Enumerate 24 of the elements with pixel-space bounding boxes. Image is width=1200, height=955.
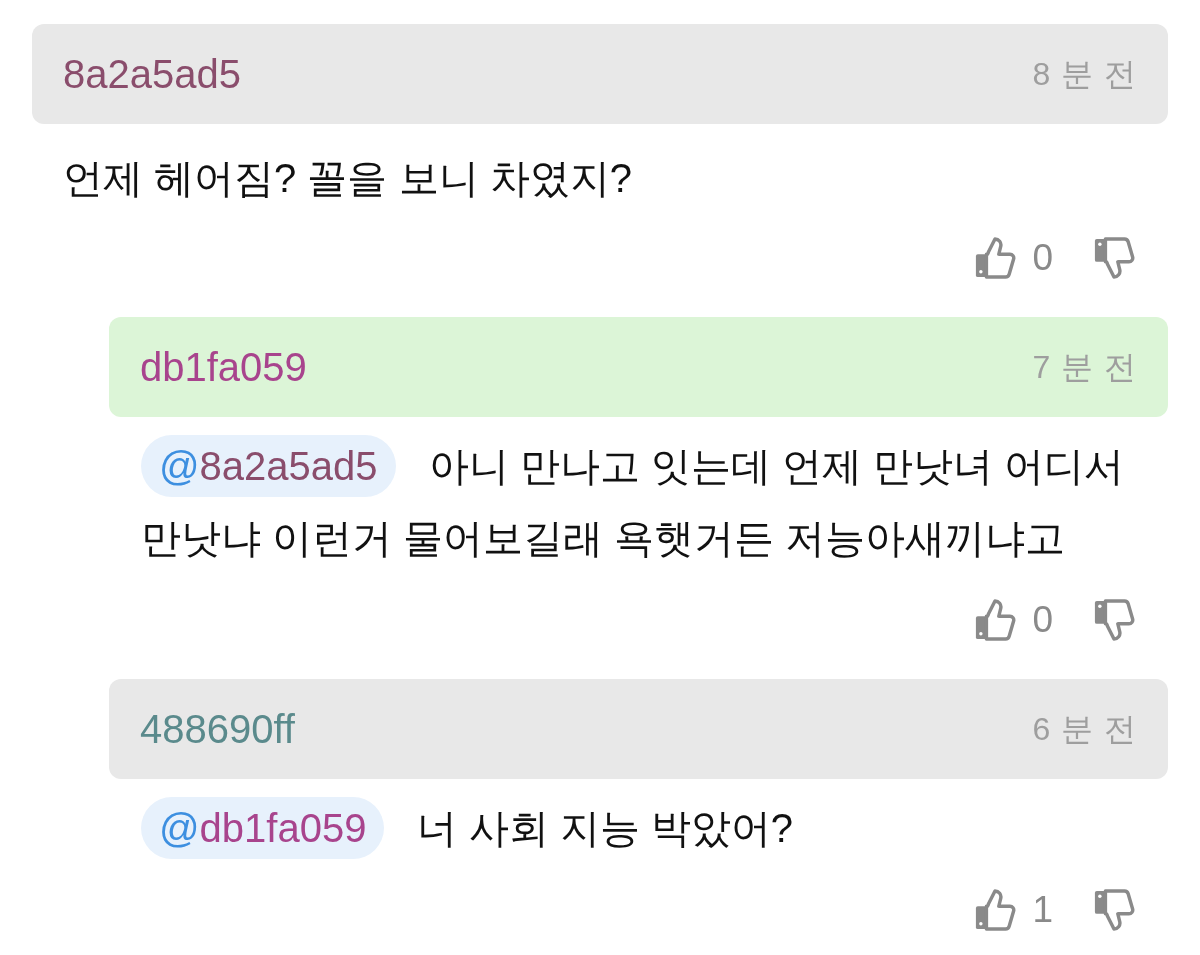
like-button[interactable]: 0 xyxy=(974,598,1053,642)
thumbs-up-icon xyxy=(974,237,1017,279)
comment-text: 너 사회 지능 박았어? xyxy=(417,805,794,852)
username: db1fa059 xyxy=(140,344,307,391)
comment-text: 만낫냐 이런거 물어보길래 욕햇거든 저능아새끼냐고 xyxy=(141,515,1066,562)
dislike-button[interactable] xyxy=(1093,889,1135,931)
like-button[interactable]: 0 xyxy=(974,236,1053,280)
mention-link[interactable]: @8a2a5ad5 xyxy=(141,435,396,497)
comment-text: 언제 헤어짐? 꼴을 보니 차였지? xyxy=(63,155,632,202)
mention-link[interactable]: @db1fa059 xyxy=(141,797,385,859)
comment-text: 아니 만나고 잇는데 언제 만낫녀 어디서 xyxy=(428,443,1125,490)
thumbs-down-icon xyxy=(1093,599,1135,641)
thumbs-up-icon xyxy=(974,599,1017,641)
like-button[interactable]: 1 xyxy=(974,888,1053,932)
dislike-button[interactable] xyxy=(1093,237,1135,279)
thumbs-up-icon xyxy=(974,889,1017,931)
username: 488690ff xyxy=(140,706,295,753)
username: 8a2a5ad5 xyxy=(63,51,241,98)
thumbs-down-icon xyxy=(1093,889,1135,931)
timestamp: 8 분 전 xyxy=(1032,55,1137,94)
timestamp: 6 분 전 xyxy=(1032,710,1137,749)
timestamp: 7 분 전 xyxy=(1032,348,1137,387)
dislike-button[interactable] xyxy=(1093,599,1135,641)
thumbs-down-icon xyxy=(1093,237,1135,279)
